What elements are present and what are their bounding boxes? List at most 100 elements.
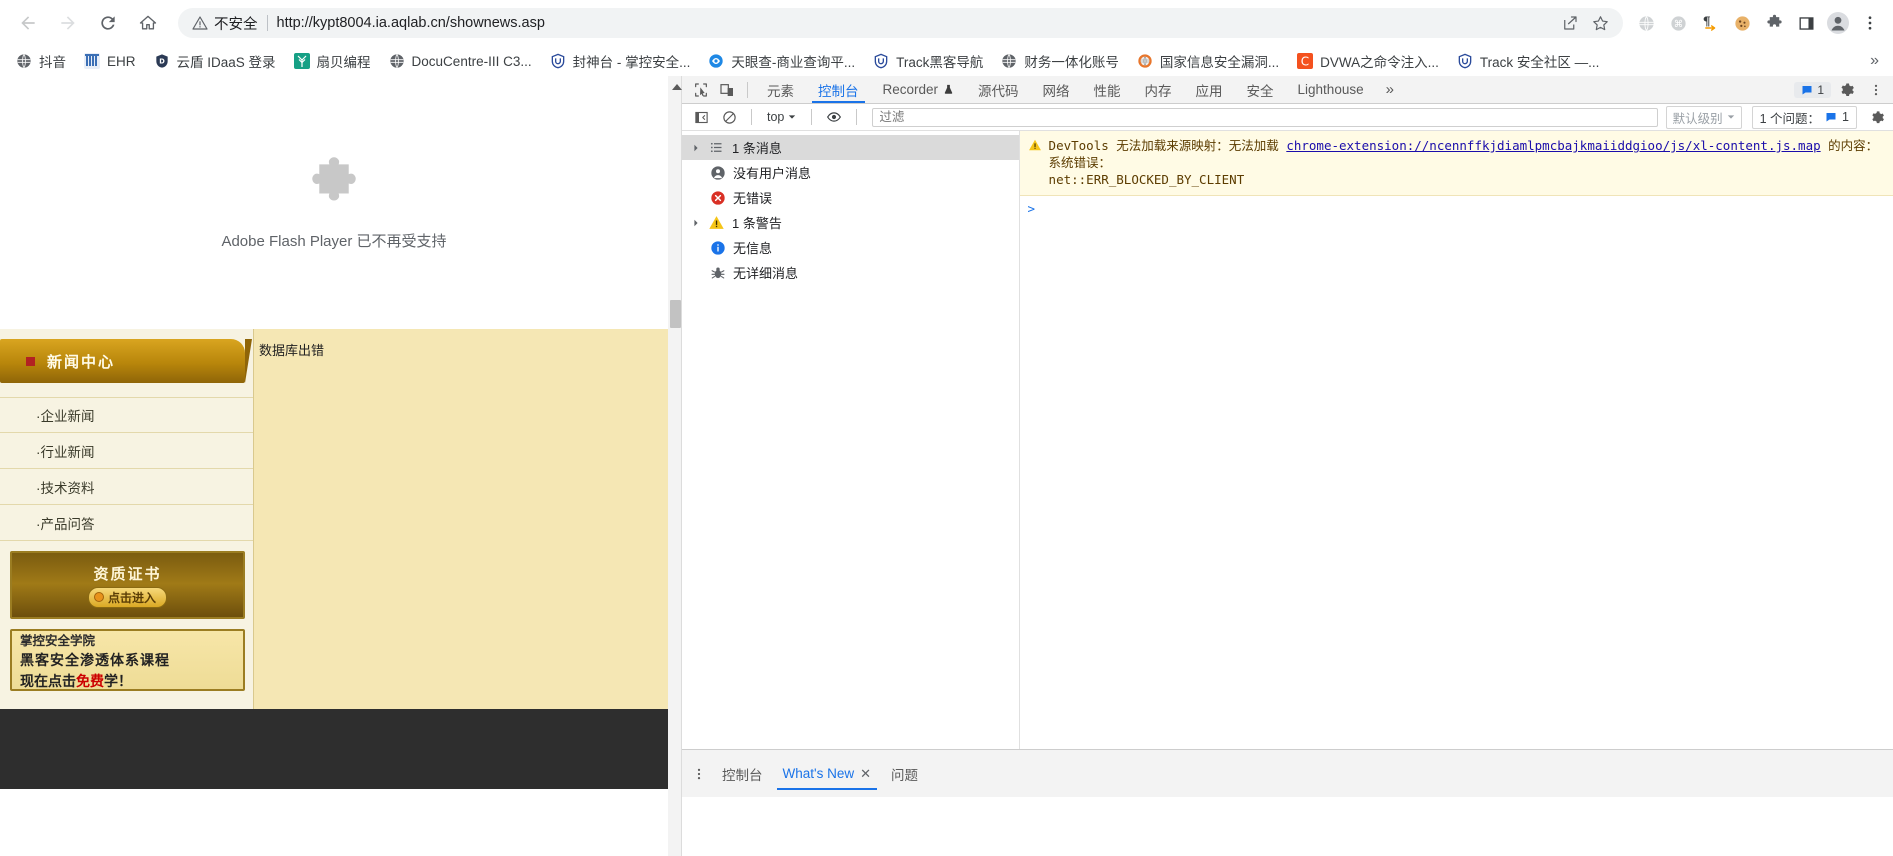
nav-link-tech-docs[interactable]: ·技术资料: [0, 469, 253, 505]
toolbar-divider: [747, 81, 748, 98]
console-sidebar-item-verbose[interactable]: 无详细消息: [682, 260, 1019, 285]
drawer-tab-issues[interactable]: 问题: [881, 759, 928, 789]
bookmark-fengshentai[interactable]: 封神台 - 掌控安全...: [542, 48, 699, 74]
devtools-settings-gear-icon[interactable]: [1834, 78, 1860, 102]
console-issues-chip[interactable]: 1 个问题： 1: [1751, 105, 1857, 129]
tab-performance[interactable]: 性能: [1082, 76, 1133, 103]
tab-recorder[interactable]: Recorder: [871, 76, 967, 103]
cookie-extension-icon[interactable]: [1727, 8, 1757, 38]
tab-network[interactable]: 网络: [1031, 76, 1082, 103]
promo-course-line3-emphasis: 免费: [76, 672, 104, 689]
bookmark-label: 抖音: [39, 55, 66, 70]
clear-console-icon[interactable]: [716, 106, 742, 128]
execution-context-selector[interactable]: top: [761, 109, 802, 125]
tab-console[interactable]: 控制台: [806, 76, 871, 103]
console-issues-label: 1 个问题：: [1759, 111, 1821, 126]
back-button[interactable]: [11, 6, 45, 40]
console-sidebar-item-label: 1 条警告: [732, 216, 782, 231]
forward-button[interactable]: [51, 6, 85, 40]
drawer-tab-console[interactable]: 控制台: [712, 759, 773, 789]
promo-course-banner[interactable]: 掌控安全学院 黑客安全渗透体系课程 现在点击免费学！: [10, 629, 245, 691]
bookmark-star-icon[interactable]: [1587, 10, 1613, 36]
leaf-icon: [293, 53, 310, 69]
tab-elements[interactable]: 元素: [755, 76, 806, 103]
bookmark-douyin[interactable]: 抖音: [8, 48, 74, 74]
arrow-dot-icon: [93, 592, 104, 602]
devtools-tabs-overflow-button[interactable]: »: [1376, 81, 1404, 98]
globe-extension-icon[interactable]: [1631, 8, 1661, 38]
promo-certificate-enter-button[interactable]: 点击进入: [87, 586, 167, 608]
page-footer-dark-strip: [0, 709, 668, 789]
chrome-menu-icon[interactable]: [1855, 8, 1885, 38]
drawer-more-options-icon[interactable]: [686, 761, 712, 787]
bookmark-label: 天眼查-商业查询平...: [731, 55, 856, 70]
promo-certificate-banner[interactable]: 资质证书 点击进入: [10, 551, 245, 619]
bookmark-ehr[interactable]: EHR: [76, 50, 144, 72]
message-bubble-icon: [1802, 85, 1812, 94]
device-toolbar-icon[interactable]: [714, 78, 740, 102]
globe-icon: [1001, 53, 1017, 69]
drawer-tab-whats-new[interactable]: What's New ✕: [773, 759, 882, 790]
bookmark-track-hacker-nav[interactable]: Track黑客导航: [865, 48, 991, 74]
bookmark-yundun-idaas[interactable]: D 云盾 IDaaS 登录: [146, 48, 284, 74]
live-expression-eye-icon[interactable]: [821, 106, 847, 128]
nav-link-industry-news[interactable]: ·行业新闻: [0, 433, 253, 469]
console-sidebar-item-messages[interactable]: 1 条消息: [682, 135, 1019, 160]
console-input-prompt[interactable]: >: [1020, 196, 1893, 221]
chevron-down-icon: [1727, 115, 1734, 119]
share-icon[interactable]: [1557, 10, 1583, 36]
letter-c-icon: C: [1297, 53, 1314, 69]
bookmark-tianyancha[interactable]: 天眼查-商业查询平...: [700, 48, 863, 74]
expand-arrow-icon[interactable]: [690, 144, 701, 152]
security-status[interactable]: 不安全: [192, 13, 258, 34]
console-filter-input[interactable]: [872, 107, 1658, 127]
url-text[interactable]: http://kypt8004.ia.aqlab.cn/shownews.asp: [277, 15, 1550, 31]
browser-toolbar: 不安全 http://kypt8004.ia.aqlab.cn/shownews…: [0, 0, 1893, 46]
list-icon: [708, 139, 725, 156]
home-button[interactable]: [131, 6, 165, 40]
tab-sources[interactable]: 源代码: [966, 76, 1031, 103]
paragraph-extension-icon[interactable]: ¶: [1695, 8, 1725, 38]
bookmark-cnvd[interactable]: 国家信息安全漏洞...: [1129, 48, 1287, 74]
close-icon[interactable]: ✕: [860, 766, 871, 782]
console-sidebar-item-info[interactable]: 无信息: [682, 235, 1019, 260]
bookmark-dvwa[interactable]: C DVWA之命令注入...: [1289, 48, 1447, 74]
devtools-more-options-icon[interactable]: [1863, 78, 1889, 102]
promo-course-inner: 掌控安全学院 黑客安全渗透体系课程 现在点击免费学！: [12, 631, 243, 689]
inspect-element-icon[interactable]: [688, 78, 714, 102]
nav-link-enterprise-news[interactable]: ·企业新闻: [0, 397, 253, 433]
puzzle-extensions-icon[interactable]: [1759, 8, 1789, 38]
bookmark-docucentre[interactable]: DocuCentre-III C3...: [381, 50, 540, 72]
tab-security[interactable]: 安全: [1235, 76, 1286, 103]
bookmark-track-community[interactable]: Track 安全社区 —...: [1449, 48, 1608, 74]
console-warning-message[interactable]: DevTools 无法加载来源映射：无法加载 chrome-extension:…: [1019, 131, 1893, 196]
source-map-link[interactable]: chrome-extension://ncennffkjdiamlpmcbajk…: [1286, 138, 1820, 153]
bookmarks-overflow-button[interactable]: »: [1864, 52, 1885, 70]
tab-application[interactable]: 应用: [1184, 76, 1235, 103]
bookmark-shanbay[interactable]: 扇贝编程: [286, 48, 379, 74]
devtools-splitter[interactable]: [668, 76, 682, 856]
tab-memory[interactable]: 内存: [1133, 76, 1184, 103]
nav-link-product-qa[interactable]: ·产品问答: [0, 505, 253, 541]
profile-avatar-icon[interactable]: [1823, 8, 1853, 38]
shield-u-icon: [550, 53, 566, 69]
console-sidebar-toggle-icon[interactable]: [688, 106, 714, 128]
command-extension-icon[interactable]: ⌘: [1663, 8, 1693, 38]
console-sidebar-item-warnings[interactable]: 1 条警告: [682, 210, 1019, 235]
devtools-scroll-up-arrow[interactable]: [672, 84, 682, 90]
page-scrollbar-thumb[interactable]: [670, 300, 681, 328]
console-settings-gear-icon[interactable]: [1865, 106, 1889, 128]
address-bar[interactable]: 不安全 http://kypt8004.ia.aqlab.cn/shownews…: [178, 8, 1623, 38]
issues-count-badge[interactable]: 1: [1794, 81, 1831, 98]
bookmark-finance-account[interactable]: 财务一体化账号: [993, 48, 1127, 74]
console-log-level-selector[interactable]: 默认级别: [1665, 105, 1742, 129]
console-sidebar-item-errors[interactable]: 无错误: [682, 185, 1019, 210]
reload-button[interactable]: [91, 6, 125, 40]
side-panel-icon[interactable]: [1791, 8, 1821, 38]
console-sidebar-item-user-messages[interactable]: 没有用户消息: [682, 160, 1019, 185]
flash-unsupported-message: Adobe Flash Player 已不再受支持: [221, 233, 447, 250]
tab-lighthouse[interactable]: Lighthouse: [1286, 76, 1376, 103]
bookmark-label: DVWA之命令注入...: [1320, 55, 1439, 70]
warning-icon: [708, 214, 725, 231]
expand-arrow-icon[interactable]: [690, 219, 701, 227]
